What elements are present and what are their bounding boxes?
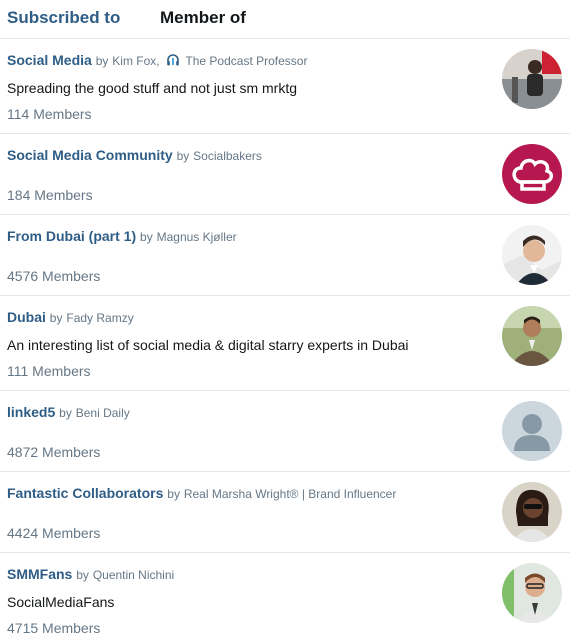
by-label: by (140, 230, 153, 244)
member-count[interactable]: 4576 Members (7, 268, 100, 284)
member-count[interactable]: 4872 Members (7, 444, 100, 460)
by-label: by (95, 54, 109, 68)
list-title-line: linked5 by Beni Daily (7, 404, 130, 420)
owner-avatar[interactable] (502, 144, 562, 204)
list-item[interactable]: Fantastic Collaborators by Real Marsha W… (0, 472, 570, 553)
owner-avatar[interactable] (502, 563, 562, 623)
list-item[interactable]: Dubai by Fady Ramzy An interesting list … (0, 296, 570, 391)
member-count[interactable]: 4715 Members (7, 620, 100, 636)
list-title-line: Fantastic Collaborators by Real Marsha W… (7, 485, 396, 501)
default-avatar[interactable] (502, 401, 562, 461)
list-owner[interactable]: Socialbakers (193, 149, 262, 163)
list-owner[interactable]: Magnus Kjøller (157, 230, 237, 244)
list-description: Spreading the good stuff and not just sm… (7, 80, 298, 96)
list-item[interactable]: From Dubai (part 1) by Magnus Kjøller 45… (0, 215, 570, 296)
list-description: An interesting list of social media & di… (7, 337, 409, 353)
by-label: by (59, 406, 72, 420)
list-name[interactable]: linked5 (7, 404, 55, 420)
list-owner-title[interactable]: The Podcast Professor (185, 54, 307, 68)
list-name[interactable]: Social Media (7, 52, 92, 68)
list-title-line: SMMFans by Quentin Nichini (7, 566, 174, 582)
tab-member-of[interactable]: Member of (160, 8, 246, 28)
list-container: Social Media by Kim Fox, The Podcast Pro… (0, 39, 570, 642)
list-title-line: Social Media Community by Socialbakers (7, 147, 262, 163)
list-name[interactable]: SMMFans (7, 566, 72, 582)
owner-avatar[interactable] (502, 49, 562, 109)
member-count[interactable]: 114 Members (7, 106, 92, 122)
list-item[interactable]: Social Media by Kim Fox, The Podcast Pro… (0, 39, 570, 134)
list-name[interactable]: Social Media Community (7, 147, 173, 163)
list-owner[interactable]: Kim Fox, (112, 54, 159, 68)
list-item[interactable]: Social Media Community by Socialbakers 1… (0, 134, 570, 215)
list-owner[interactable]: Beni Daily (76, 406, 130, 420)
list-title-line: Social Media by Kim Fox, The Podcast Pro… (7, 52, 307, 70)
member-count[interactable]: 184 Members (7, 187, 93, 203)
by-label: by (76, 568, 89, 582)
list-name[interactable]: Fantastic Collaborators (7, 485, 163, 501)
headphones-icon (166, 53, 180, 70)
list-description: SocialMediaFans (7, 594, 115, 610)
list-title-line: From Dubai (part 1) by Magnus Kjøller (7, 228, 237, 244)
member-count[interactable]: 111 Members (7, 363, 91, 379)
owner-avatar[interactable] (502, 482, 562, 542)
tab-subscribed-to[interactable]: Subscribed to (7, 8, 120, 28)
owner-avatar[interactable] (502, 225, 562, 285)
by-label: by (176, 149, 190, 163)
list-owner[interactable]: Real Marsha Wright® | Brand Influencer (184, 487, 397, 501)
list-owner[interactable]: Quentin Nichini (93, 568, 174, 582)
member-count[interactable]: 4424 Members (7, 525, 100, 541)
list-owner[interactable]: Fady Ramzy (66, 311, 133, 325)
list-item[interactable]: SMMFans by Quentin Nichini SocialMediaFa… (0, 553, 570, 642)
list-title-line: Dubai by Fady Ramzy (7, 309, 134, 325)
list-item[interactable]: linked5 by Beni Daily 4872 Members (0, 391, 570, 472)
owner-avatar[interactable] (502, 306, 562, 366)
list-name[interactable]: Dubai (7, 309, 46, 325)
by-label: by (49, 311, 63, 325)
list-name[interactable]: From Dubai (part 1) (7, 228, 136, 244)
tab-bar: Subscribed to Member of (0, 0, 570, 39)
by-label: by (167, 487, 180, 501)
